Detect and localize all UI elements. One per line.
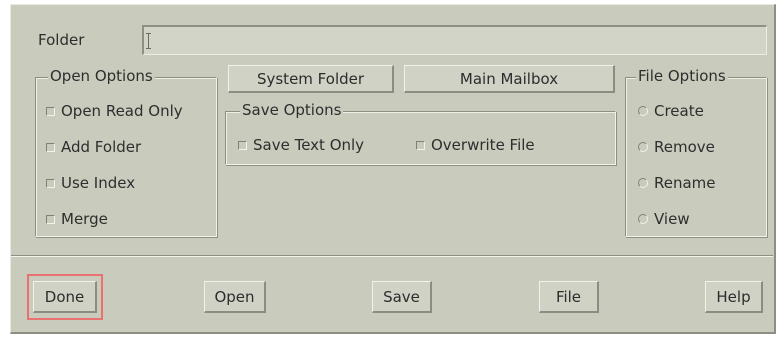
radio-icon[interactable] <box>638 178 648 188</box>
radio-icon[interactable] <box>638 142 648 152</box>
radio-icon[interactable] <box>638 106 648 116</box>
radio-icon[interactable] <box>638 214 648 224</box>
save-options-group: Save Options Save Text Only Overwrite Fi… <box>225 101 616 165</box>
merge-option[interactable]: Merge <box>46 210 108 228</box>
use-index-option[interactable]: Use Index <box>46 174 135 192</box>
file-button[interactable]: File <box>539 281 599 313</box>
system-folder-button[interactable]: System Folder <box>228 65 394 93</box>
save-options-title: Save Options <box>240 101 344 119</box>
text-cursor <box>146 33 151 49</box>
save-text-only-option[interactable]: Save Text Only <box>238 136 364 154</box>
done-button[interactable]: Done <box>33 281 97 313</box>
remove-option[interactable]: Remove <box>638 138 715 156</box>
checkbox-icon[interactable] <box>238 140 247 150</box>
open-button[interactable]: Open <box>204 281 266 313</box>
create-label: Create <box>654 102 704 120</box>
use-index-label: Use Index <box>61 174 136 192</box>
help-button[interactable]: Help <box>705 281 763 313</box>
folder-dialog: Folder Open Options Open Read Only Add F… <box>10 4 776 334</box>
folder-label: Folder <box>38 31 85 49</box>
open-options-title: Open Options <box>48 67 155 85</box>
button-bar-divider <box>11 255 773 257</box>
open-read-only-label: Open Read Only <box>61 102 183 120</box>
checkbox-icon[interactable] <box>416 140 425 150</box>
folder-input[interactable] <box>142 25 767 55</box>
file-options-title: File Options <box>636 67 728 85</box>
add-folder-label: Add Folder <box>61 138 142 156</box>
overwrite-file-option[interactable]: Overwrite File <box>416 136 535 154</box>
merge-label: Merge <box>61 210 108 228</box>
view-option[interactable]: View <box>638 210 690 228</box>
view-label: View <box>654 210 690 228</box>
open-options-group: Open Options Open Read Only Add Folder U… <box>35 67 217 237</box>
main-mailbox-button[interactable]: Main Mailbox <box>404 65 615 93</box>
rename-label: Rename <box>654 174 716 192</box>
create-option[interactable]: Create <box>638 102 704 120</box>
checkbox-icon[interactable] <box>46 178 55 188</box>
rename-option[interactable]: Rename <box>638 174 716 192</box>
file-options-group: File Options Create Remove Rename View <box>625 67 767 237</box>
overwrite-file-label: Overwrite File <box>431 136 535 154</box>
checkbox-icon[interactable] <box>46 106 55 116</box>
open-read-only-option[interactable]: Open Read Only <box>46 102 183 120</box>
save-button[interactable]: Save <box>372 281 432 313</box>
add-folder-option[interactable]: Add Folder <box>46 138 141 156</box>
save-text-only-label: Save Text Only <box>253 136 365 154</box>
remove-label: Remove <box>654 138 715 156</box>
checkbox-icon[interactable] <box>46 142 55 152</box>
checkbox-icon[interactable] <box>46 214 55 224</box>
